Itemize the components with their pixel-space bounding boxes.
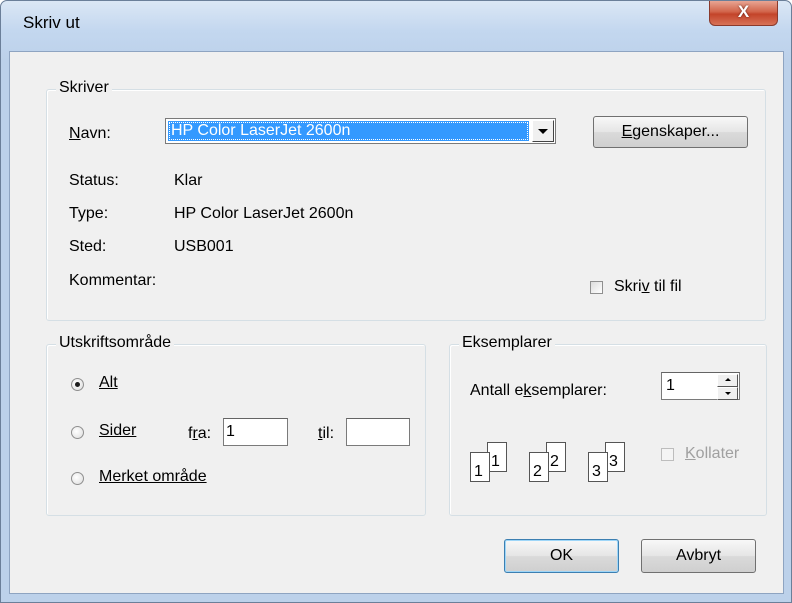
range-all-radio[interactable] (71, 378, 84, 391)
cancel-button[interactable]: Avbryt (641, 539, 756, 573)
dialog-body: Skriver Navn: HP Color LaserJet 2600n Eg… (9, 51, 784, 594)
copies-spinner (717, 374, 738, 400)
range-selection-radio[interactable] (71, 472, 84, 485)
range-selection-label[interactable]: Merket område (99, 468, 207, 486)
range-pages-label[interactable]: Sider (99, 422, 136, 440)
page-icon: 3 (605, 442, 625, 472)
printer-name-value: HP Color LaserJet 2600n (168, 121, 529, 141)
chevron-down-icon[interactable] (532, 120, 554, 142)
location-value: USB001 (174, 238, 234, 255)
title-bar[interactable]: Skriv ut X (1, 1, 791, 41)
copies-count-value: 1 (666, 377, 675, 394)
print-to-file-checkbox[interactable] (590, 281, 603, 294)
page-icon: 2 (546, 442, 566, 472)
page-icon: 1 (470, 452, 490, 482)
spin-down-icon[interactable] (717, 387, 738, 400)
collate-label[interactable]: Kollater (685, 445, 739, 463)
from-label: fra: (188, 425, 212, 442)
printer-name-select[interactable]: HP Color LaserJet 2600n (165, 118, 556, 144)
location-label: Sted: (69, 238, 107, 255)
status-label: Status: (69, 172, 119, 189)
print-to-file-label[interactable]: Skriv til fil (614, 278, 682, 296)
status-value: Klar (174, 172, 203, 189)
print-range-legend: Utskriftsområde (56, 334, 175, 352)
type-label: Type: (69, 205, 109, 222)
spin-up-icon[interactable] (717, 374, 738, 387)
comment-label: Kommentar: (69, 272, 157, 289)
collate-pages-1-icon: 1 1 (470, 442, 510, 486)
page-icon: 3 (588, 452, 608, 482)
close-icon: X (737, 2, 750, 21)
range-pages-radio[interactable] (71, 426, 84, 439)
print-dialog-window: Skriv ut X Skriver Navn: HP Color LaserJ… (0, 0, 792, 603)
to-page-input[interactable] (346, 418, 410, 446)
type-value: HP Color LaserJet 2600n (174, 205, 354, 222)
collate-pages-2-icon: 2 2 (529, 442, 569, 486)
copies-legend: Eksemplarer (459, 334, 555, 352)
close-button[interactable]: X (709, 1, 778, 26)
copies-group: Eksemplarer (449, 334, 767, 516)
from-page-input[interactable]: 1 (223, 418, 288, 446)
window-title: Skriv ut (23, 13, 80, 32)
to-label: til: (318, 425, 335, 442)
properties-button[interactable]: Egenskaper... (593, 116, 748, 148)
copies-count-input[interactable]: 1 (661, 372, 740, 400)
copies-count-label: Antall eksemplarer: (470, 382, 607, 399)
page-icon: 1 (487, 442, 507, 472)
collate-pages-3-icon: 3 3 (588, 442, 628, 486)
page-icon: 2 (529, 452, 549, 482)
printer-group-legend: Skriver (56, 79, 112, 97)
range-all-label[interactable]: Alt (99, 374, 118, 392)
ok-button[interactable]: OK (504, 539, 619, 573)
printer-name-label: Navn: (69, 125, 111, 142)
collate-checkbox[interactable] (661, 448, 674, 461)
